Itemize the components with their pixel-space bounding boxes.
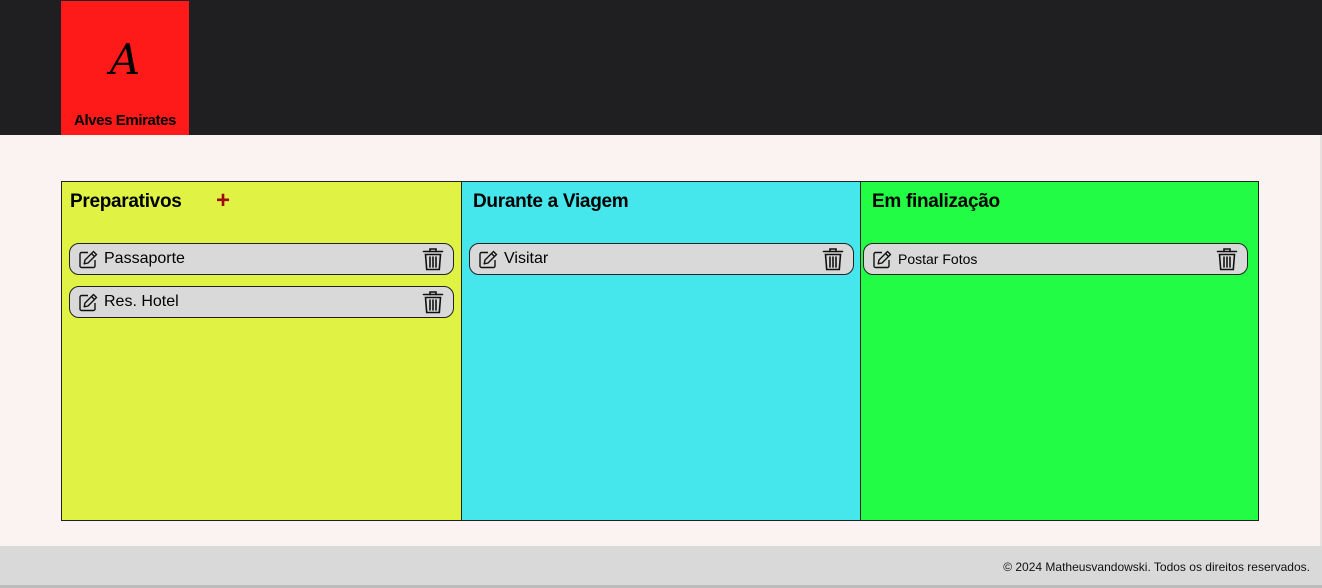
trash-icon[interactable] — [1215, 246, 1239, 272]
column-preparativos: Preparativos + Passaporte Res. Hotel — [62, 182, 461, 520]
brand-logo[interactable]: A Alves Emirates — [61, 1, 189, 135]
pencil-square-icon[interactable] — [871, 249, 893, 271]
task-label: Visitar — [504, 250, 549, 267]
task-card: Res. Hotel — [69, 286, 454, 318]
task-label: Res. Hotel — [104, 293, 179, 310]
task-card: Visitar — [469, 243, 854, 275]
brand-name: Alves Emirates — [74, 112, 176, 129]
copyright-text: © 2024 Matheusvandowski. Todos os direit… — [1003, 560, 1310, 574]
pencil-square-icon[interactable] — [77, 249, 99, 271]
trash-icon[interactable] — [821, 246, 845, 272]
logo-monogram: A — [109, 35, 141, 84]
add-card-button[interactable]: + — [212, 188, 234, 214]
trash-icon[interactable] — [421, 289, 445, 315]
task-label: Postar Fotos — [898, 251, 978, 267]
task-card: Postar Fotos — [863, 243, 1248, 275]
task-card: Passaporte — [69, 243, 454, 275]
column-durante-a-viagem: Durante a Viagem Visitar — [461, 182, 860, 520]
column-title: Em finalização — [872, 191, 1000, 212]
column-title: Preparativos — [70, 191, 182, 212]
trash-icon[interactable] — [421, 246, 445, 272]
column-title: Durante a Viagem — [473, 191, 629, 212]
page-footer: © 2024 Matheusvandowski. Todos os direit… — [0, 546, 1322, 588]
pencil-square-icon[interactable] — [477, 249, 499, 271]
top-header: A Alves Emirates — [0, 0, 1322, 135]
kanban-board: Preparativos + Passaporte Res. Hotel Dur… — [61, 181, 1259, 521]
column-em-finalizacao: Em finalização Postar Fotos — [860, 182, 1258, 520]
pencil-square-icon[interactable] — [77, 292, 99, 314]
task-label: Passaporte — [104, 250, 185, 267]
